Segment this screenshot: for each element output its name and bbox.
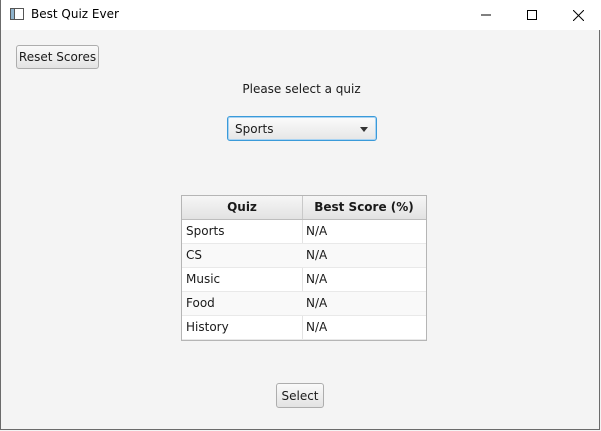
table-row[interactable]: CS N/A xyxy=(182,244,426,268)
column-header-quiz[interactable]: Quiz xyxy=(182,196,303,219)
table-row[interactable]: Sports N/A xyxy=(182,220,426,244)
quiz-cell: Food xyxy=(186,296,215,310)
minimize-button[interactable] xyxy=(463,0,509,30)
close-button[interactable] xyxy=(555,0,601,30)
quiz-cell: CS xyxy=(186,248,202,262)
score-cell: N/A xyxy=(306,320,328,334)
reset-scores-button[interactable]: Reset Scores xyxy=(16,45,99,69)
table-row[interactable]: History N/A xyxy=(182,316,426,340)
title-bar: Best Quiz Ever xyxy=(1,0,601,30)
close-icon xyxy=(572,9,584,21)
score-cell: N/A xyxy=(306,248,328,262)
window-title: Best Quiz Ever xyxy=(31,7,119,21)
scores-table: Quiz Best Score (%) Sports N/A CS N/A Mu… xyxy=(181,195,427,341)
score-cell: N/A xyxy=(306,272,328,286)
maximize-button[interactable] xyxy=(509,0,555,30)
maximize-icon xyxy=(527,10,537,20)
column-header-best-score[interactable]: Best Score (%) xyxy=(302,196,426,219)
table-row[interactable]: Music N/A xyxy=(182,268,426,292)
quiz-prompt: Please select a quiz xyxy=(242,82,361,96)
score-cell: N/A xyxy=(306,296,328,310)
score-cell: N/A xyxy=(306,224,328,238)
quiz-select[interactable]: Sports xyxy=(227,116,377,141)
select-button[interactable]: Select xyxy=(276,383,324,408)
table-header: Quiz Best Score (%) xyxy=(182,196,426,220)
app-window: Best Quiz Ever Reset Scores Please selec… xyxy=(0,0,601,430)
quiz-cell: Music xyxy=(186,272,221,286)
window-app-icon xyxy=(10,8,24,20)
quiz-cell: History xyxy=(186,320,229,334)
chevron-down-icon xyxy=(360,127,368,132)
quiz-cell: Sports xyxy=(186,224,225,238)
quiz-select-value: Sports xyxy=(235,122,274,136)
table-row[interactable]: Food N/A xyxy=(182,292,426,316)
minimize-icon xyxy=(481,14,491,16)
